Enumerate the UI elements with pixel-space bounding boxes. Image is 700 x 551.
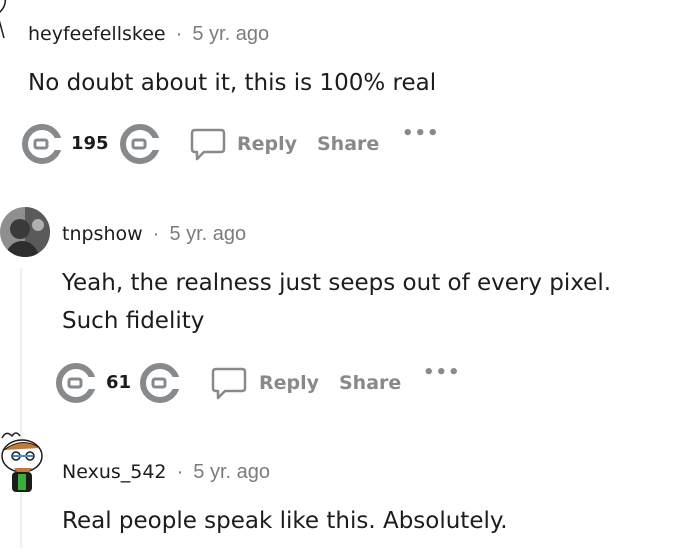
username-link[interactable]: Nexus_542 (62, 461, 167, 483)
downvote-icon[interactable] (120, 124, 160, 164)
reply-icon[interactable] (190, 127, 226, 161)
upvote-icon[interactable] (22, 124, 62, 164)
comment-1: heyfeefellskee · 5 yr. ago No doubt abou… (0, 0, 700, 180)
reply-icon[interactable] (211, 366, 247, 400)
avatar[interactable] (0, 207, 50, 257)
timestamp[interactable]: 5 yr. ago (169, 223, 246, 245)
snoo-avatar-icon (0, 0, 7, 39)
comment-actions: 61 Reply Share ••• (56, 363, 476, 403)
comment-text-line: Real people speak like this. Absolutely. (62, 508, 508, 534)
user-photo-avatar-icon (0, 207, 50, 257)
comment-meta: Nexus_542 · 5 yr. ago (62, 460, 270, 484)
share-button[interactable]: Share (317, 131, 379, 157)
meta-separator: · (175, 23, 183, 45)
comment-body: Real people speak like this. Absolutely. (62, 502, 508, 540)
comment-text-line: Such fidelity (62, 308, 205, 334)
reply-button[interactable]: Reply (237, 131, 297, 157)
comment-meta: tnpshow · 5 yr. ago (62, 222, 246, 246)
comment-meta: heyfeefellskee · 5 yr. ago (28, 22, 269, 46)
upvote-icon[interactable] (56, 363, 96, 403)
share-button[interactable]: Share (339, 370, 401, 396)
more-options-icon[interactable]: ••• (423, 363, 461, 383)
avatar[interactable] (0, 428, 50, 494)
username-link[interactable]: tnpshow (62, 223, 143, 245)
username-link[interactable]: heyfeefellskee (28, 23, 166, 45)
comment-3: Nexus_542 · 5 yr. ago Real people speak … (0, 410, 700, 551)
more-options-icon[interactable]: ••• (402, 124, 440, 144)
timestamp[interactable]: 5 yr. ago (193, 461, 270, 483)
comment-actions: 195 Reply Share ••• (22, 124, 462, 164)
meta-separator: · (152, 223, 160, 245)
reply-button[interactable]: Reply (259, 370, 319, 396)
comment-text-line: Yeah, the realness just seeps out of eve… (62, 270, 612, 296)
comment-body: No doubt about it, this is 100% real (28, 64, 436, 102)
timestamp[interactable]: 5 yr. ago (192, 23, 269, 45)
comment-body: Yeah, the realness just seeps out of eve… (62, 264, 611, 340)
comment-2: tnpshow · 5 yr. ago Yeah, the realness j… (0, 180, 700, 548)
vote-score: 195 (71, 133, 109, 154)
avatar[interactable] (0, 0, 14, 48)
meta-separator: · (176, 461, 184, 483)
comment-text-line: No doubt about it, this is 100% real (28, 70, 437, 96)
downvote-icon[interactable] (140, 363, 180, 403)
snoo-avatar-icon (1, 432, 43, 492)
vote-score: 61 (106, 372, 132, 393)
